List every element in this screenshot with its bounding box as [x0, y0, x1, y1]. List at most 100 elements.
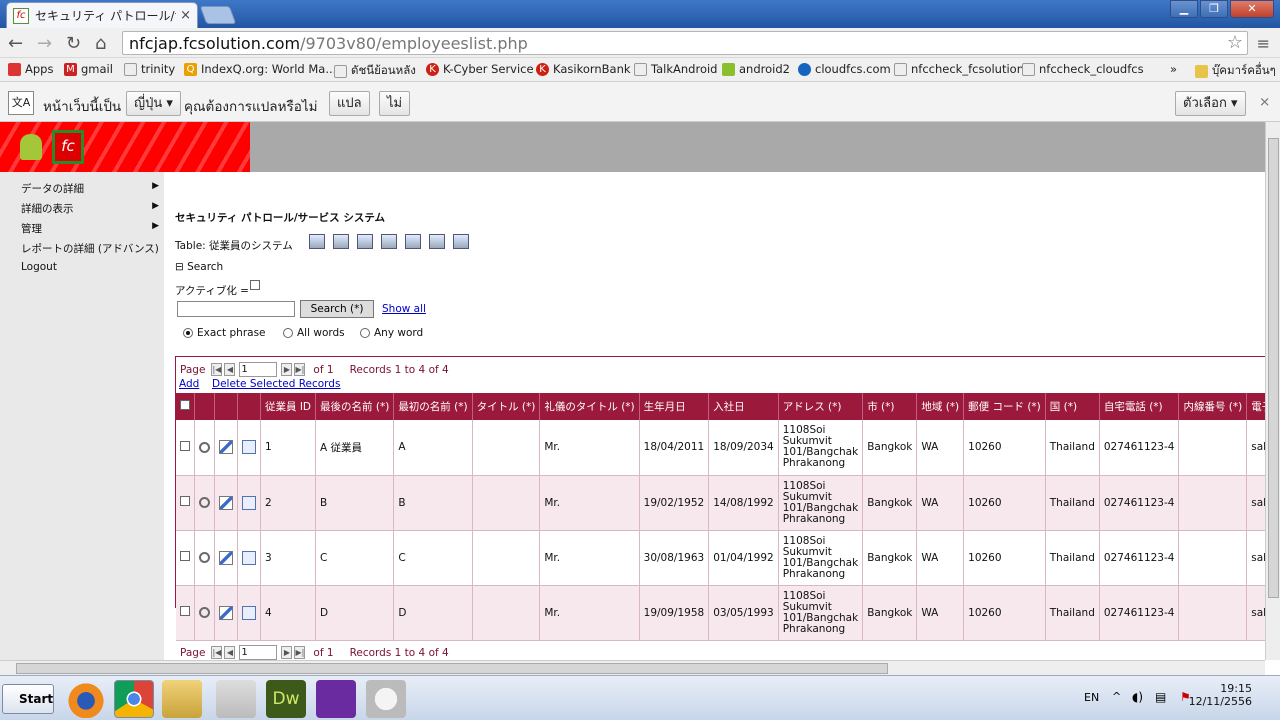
- explorer-taskbar-icon[interactable]: [162, 680, 202, 718]
- xml-export-icon[interactable]: [405, 234, 421, 249]
- new-tab-button[interactable]: [199, 6, 237, 24]
- col-hire-date[interactable]: 入社日: [708, 393, 779, 420]
- row-select-checkbox[interactable]: [180, 496, 190, 506]
- col-extension[interactable]: 内線番号 (*): [1178, 393, 1248, 420]
- tab-close-icon[interactable]: ×: [180, 8, 191, 23]
- vertical-scrollbar[interactable]: [1265, 122, 1280, 660]
- col-region[interactable]: 地域 (*): [916, 393, 965, 420]
- bookmark-kasikornbank[interactable]: K KasikornBank: [536, 62, 631, 76]
- reload-icon[interactable]: ↻: [66, 33, 81, 54]
- network-icon[interactable]: ▤: [1155, 690, 1166, 704]
- chrome-menu-icon[interactable]: ≡: [1257, 34, 1270, 53]
- bookmark-android2[interactable]: android2: [722, 62, 790, 76]
- sidebar-item-admin[interactable]: 管理 ▶: [21, 221, 159, 236]
- page-number-input[interactable]: 1: [239, 362, 278, 377]
- col-title[interactable]: タイトル (*): [472, 393, 541, 420]
- print-icon[interactable]: [309, 234, 325, 249]
- bookmark-trinity[interactable]: trinity: [124, 62, 175, 76]
- search-button[interactable]: Search (*): [300, 300, 374, 318]
- back-arrow-icon[interactable]: ←: [8, 33, 23, 54]
- pencil-edit-icon[interactable]: [219, 440, 233, 455]
- col-home-phone[interactable]: 自宅電話 (*): [1099, 393, 1180, 420]
- horizontal-scrollbar[interactable]: [0, 660, 1265, 675]
- first-page-icon[interactable]: |◀: [211, 363, 223, 376]
- col-first-name[interactable]: 最初の名前 (*): [393, 393, 473, 420]
- bookmark-nfccheck-fcsolution[interactable]: nfccheck_fcsolution: [894, 62, 1024, 76]
- prev-page-icon[interactable]: ◀: [224, 363, 236, 376]
- select-all-checkbox[interactable]: [180, 400, 190, 410]
- bookmark-apps[interactable]: Apps: [8, 62, 53, 76]
- active-filter-checkbox[interactable]: [250, 280, 260, 290]
- pencil-edit-icon[interactable]: [219, 605, 233, 620]
- bookmark-star-icon[interactable]: ☆: [1227, 32, 1243, 53]
- translate-button[interactable]: แปล: [329, 91, 370, 116]
- pencil-edit-icon[interactable]: [219, 495, 233, 510]
- copy-record-icon[interactable]: [242, 605, 256, 620]
- sidebar-item-advanced-reports[interactable]: レポートの詳細 (アドバンス): [21, 241, 159, 256]
- col-country[interactable]: 国 (*): [1045, 393, 1100, 420]
- translate-close-icon[interactable]: ×: [1259, 94, 1270, 110]
- next-page-icon[interactable]: ▶: [281, 363, 293, 376]
- magnifier-view-icon[interactable]: [199, 441, 210, 453]
- page-number-input[interactable]: 1: [239, 645, 278, 660]
- copy-record-icon[interactable]: [242, 550, 256, 565]
- bookmark-kcyber[interactable]: K K-Cyber Service: [426, 62, 534, 76]
- csv-export-icon[interactable]: [429, 234, 445, 249]
- address-bar[interactable]: nfcjap.fcsolution.com/9703v80/employeesl…: [122, 31, 1248, 55]
- horizontal-scroll-thumb[interactable]: [16, 663, 888, 674]
- sidebar-item-view-details[interactable]: 詳細の表示 ▶: [21, 201, 159, 216]
- browser-tab[interactable]: fc セキュリティ パトロール/サ ×: [6, 2, 198, 28]
- row-select-checkbox[interactable]: [180, 606, 190, 616]
- col-birth-date[interactable]: 生年月日: [639, 393, 710, 420]
- firefox-taskbar-icon[interactable]: [66, 680, 106, 718]
- col-employee-id[interactable]: 従業員 ID: [260, 393, 317, 420]
- col-email[interactable]: 電子: [1246, 393, 1265, 420]
- bookmarks-overflow-chevron[interactable]: »: [1170, 62, 1177, 76]
- col-courtesy-title[interactable]: 礼儀のタイトル (*): [539, 393, 640, 420]
- row-select-checkbox[interactable]: [180, 440, 190, 451]
- bookmark-cloudfcs[interactable]: cloudfcs.com: [798, 62, 891, 76]
- search-toggle[interactable]: ⊟ Search: [175, 261, 223, 273]
- col-city[interactable]: 市 (*): [862, 393, 918, 420]
- magnifier-view-icon[interactable]: [199, 497, 210, 508]
- apps-taskbar-icon[interactable]: [216, 680, 256, 718]
- chrome-taskbar-icon[interactable]: [114, 680, 154, 718]
- book-taskbar-icon[interactable]: [316, 680, 356, 718]
- first-page-icon[interactable]: |◀: [211, 646, 223, 659]
- close-window-button[interactable]: ✕: [1230, 0, 1274, 18]
- forward-arrow-icon[interactable]: →: [37, 33, 52, 54]
- row-select-checkbox[interactable]: [180, 551, 190, 561]
- volume-icon[interactable]: ◖): [1132, 690, 1143, 704]
- language-select[interactable]: ญี่ปุ่น ▾: [126, 91, 181, 116]
- start-button[interactable]: Start: [2, 684, 54, 714]
- magnifier-view-icon[interactable]: [199, 607, 210, 618]
- radio-exact-phrase[interactable]: Exact phrase: [183, 327, 266, 339]
- magnifier-view-icon[interactable]: [199, 552, 210, 563]
- bookmark-nfccheck-cloudfcs[interactable]: nfccheck_cloudfcs: [1022, 62, 1144, 76]
- copy-record-icon[interactable]: [242, 440, 256, 455]
- copy-record-icon[interactable]: [242, 495, 256, 510]
- search-input[interactable]: [177, 301, 295, 317]
- no-translate-button[interactable]: ไม่: [379, 91, 411, 116]
- pdf-export-icon[interactable]: [381, 234, 397, 249]
- bookmark-talkandroid[interactable]: TalkAndroid: [634, 62, 717, 76]
- maximize-button[interactable]: ❐: [1200, 0, 1228, 18]
- radio-all-words[interactable]: All words: [283, 327, 345, 339]
- home-icon[interactable]: ⌂: [95, 33, 106, 54]
- last-page-icon[interactable]: ▶|: [294, 363, 306, 376]
- email-export-icon[interactable]: [453, 234, 469, 249]
- bookmark-thai-index[interactable]: ดัชนีย้อนหลัง: [334, 62, 416, 80]
- add-record-link[interactable]: Add: [179, 378, 199, 390]
- bookmark-gmail[interactable]: Mgmail: [64, 62, 113, 76]
- bookmark-indexq[interactable]: Q IndexQ.org: World Ma...: [184, 62, 336, 76]
- dreamweaver-taskbar-icon[interactable]: Dw: [266, 680, 306, 718]
- vertical-scroll-thumb[interactable]: [1268, 138, 1279, 598]
- clock[interactable]: 19:15 12/11/2556: [1189, 682, 1252, 708]
- next-page-icon[interactable]: ▶: [281, 646, 293, 659]
- sidebar-item-data-details[interactable]: データの詳細 ▶: [21, 181, 159, 196]
- excel-export-icon[interactable]: [333, 234, 349, 249]
- minimize-button[interactable]: ▁: [1170, 0, 1198, 18]
- col-last-name[interactable]: 最後の名前 (*): [315, 393, 395, 420]
- translate-options-button[interactable]: ตัวเลือก ▾: [1175, 91, 1246, 116]
- col-address[interactable]: アドレス (*): [778, 393, 864, 420]
